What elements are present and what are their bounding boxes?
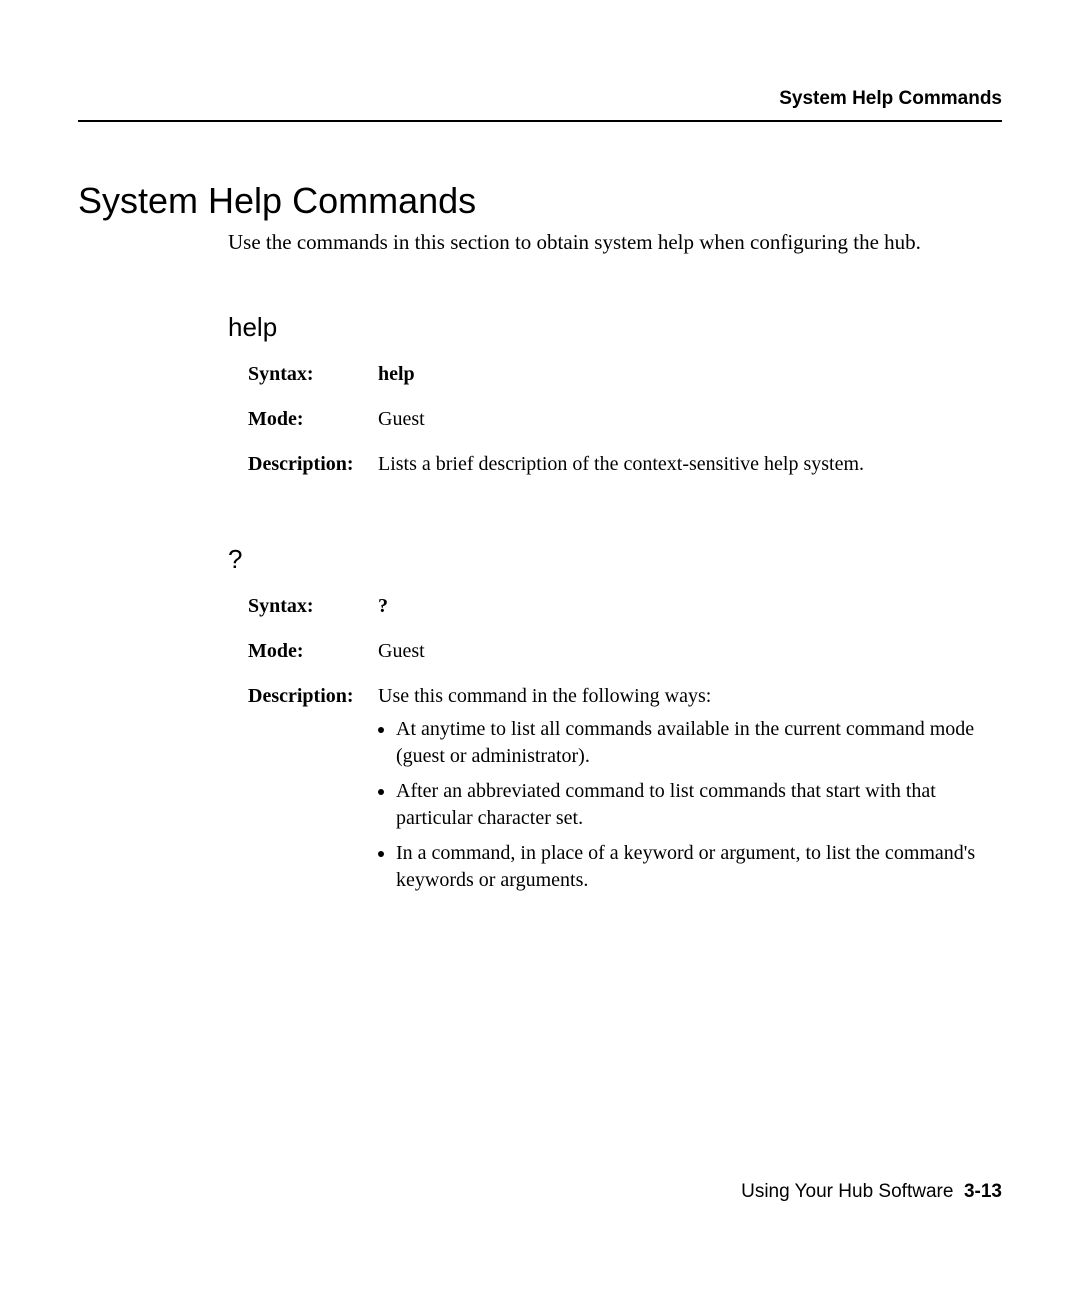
mode-value: Guest bbox=[378, 406, 1002, 433]
description-row: Description: Use this command in the fol… bbox=[248, 683, 1002, 902]
section-title: System Help Commands bbox=[78, 180, 1002, 222]
mode-label: Mode: bbox=[248, 406, 378, 433]
syntax-row: Syntax: help bbox=[248, 361, 1002, 388]
description-bullets: At anytime to list all commands availabl… bbox=[378, 716, 1002, 894]
page-footer: Using Your Hub Software 3-13 bbox=[741, 1181, 1002, 1203]
syntax-text: ? bbox=[378, 595, 388, 617]
mode-row: Mode: Guest bbox=[248, 406, 1002, 433]
section-intro: Use the commands in this section to obta… bbox=[228, 228, 1002, 256]
description-label: Description: bbox=[248, 683, 378, 902]
description-value: Lists a brief description of the context… bbox=[378, 451, 1002, 478]
syntax-value: ? bbox=[378, 593, 1002, 620]
description-value: Use this command in the following ways: … bbox=[378, 683, 1002, 902]
mode-label: Mode: bbox=[248, 638, 378, 665]
page: System Help Commands System Help Command… bbox=[0, 0, 1080, 1311]
command-name: ? bbox=[228, 544, 1002, 575]
footer-text: Using Your Hub Software bbox=[741, 1181, 953, 1202]
list-item: After an abbreviated command to list com… bbox=[396, 778, 1002, 832]
syntax-label: Syntax: bbox=[248, 593, 378, 620]
mode-row: Mode: Guest bbox=[248, 638, 1002, 665]
command-help-block: help Syntax: help Mode: Guest Descriptio… bbox=[228, 312, 1002, 478]
command-question-block: ? Syntax: ? Mode: Guest Description: Use… bbox=[228, 544, 1002, 902]
syntax-label: Syntax: bbox=[248, 361, 378, 388]
command-name: help bbox=[228, 312, 1002, 343]
syntax-row: Syntax: ? bbox=[248, 593, 1002, 620]
mode-value: Guest bbox=[378, 638, 1002, 665]
footer-page-number: 3-13 bbox=[964, 1181, 1002, 1202]
description-label: Description: bbox=[248, 451, 378, 478]
section-gap bbox=[78, 496, 1002, 544]
syntax-value: help bbox=[378, 361, 1002, 388]
list-item: In a command, in place of a keyword or a… bbox=[396, 840, 1002, 894]
description-row: Description: Lists a brief description o… bbox=[248, 451, 1002, 478]
running-header: System Help Commands bbox=[78, 88, 1002, 122]
syntax-text: help bbox=[378, 363, 415, 385]
list-item: At anytime to list all commands availabl… bbox=[396, 716, 1002, 770]
description-intro: Use this command in the following ways: bbox=[378, 685, 711, 707]
